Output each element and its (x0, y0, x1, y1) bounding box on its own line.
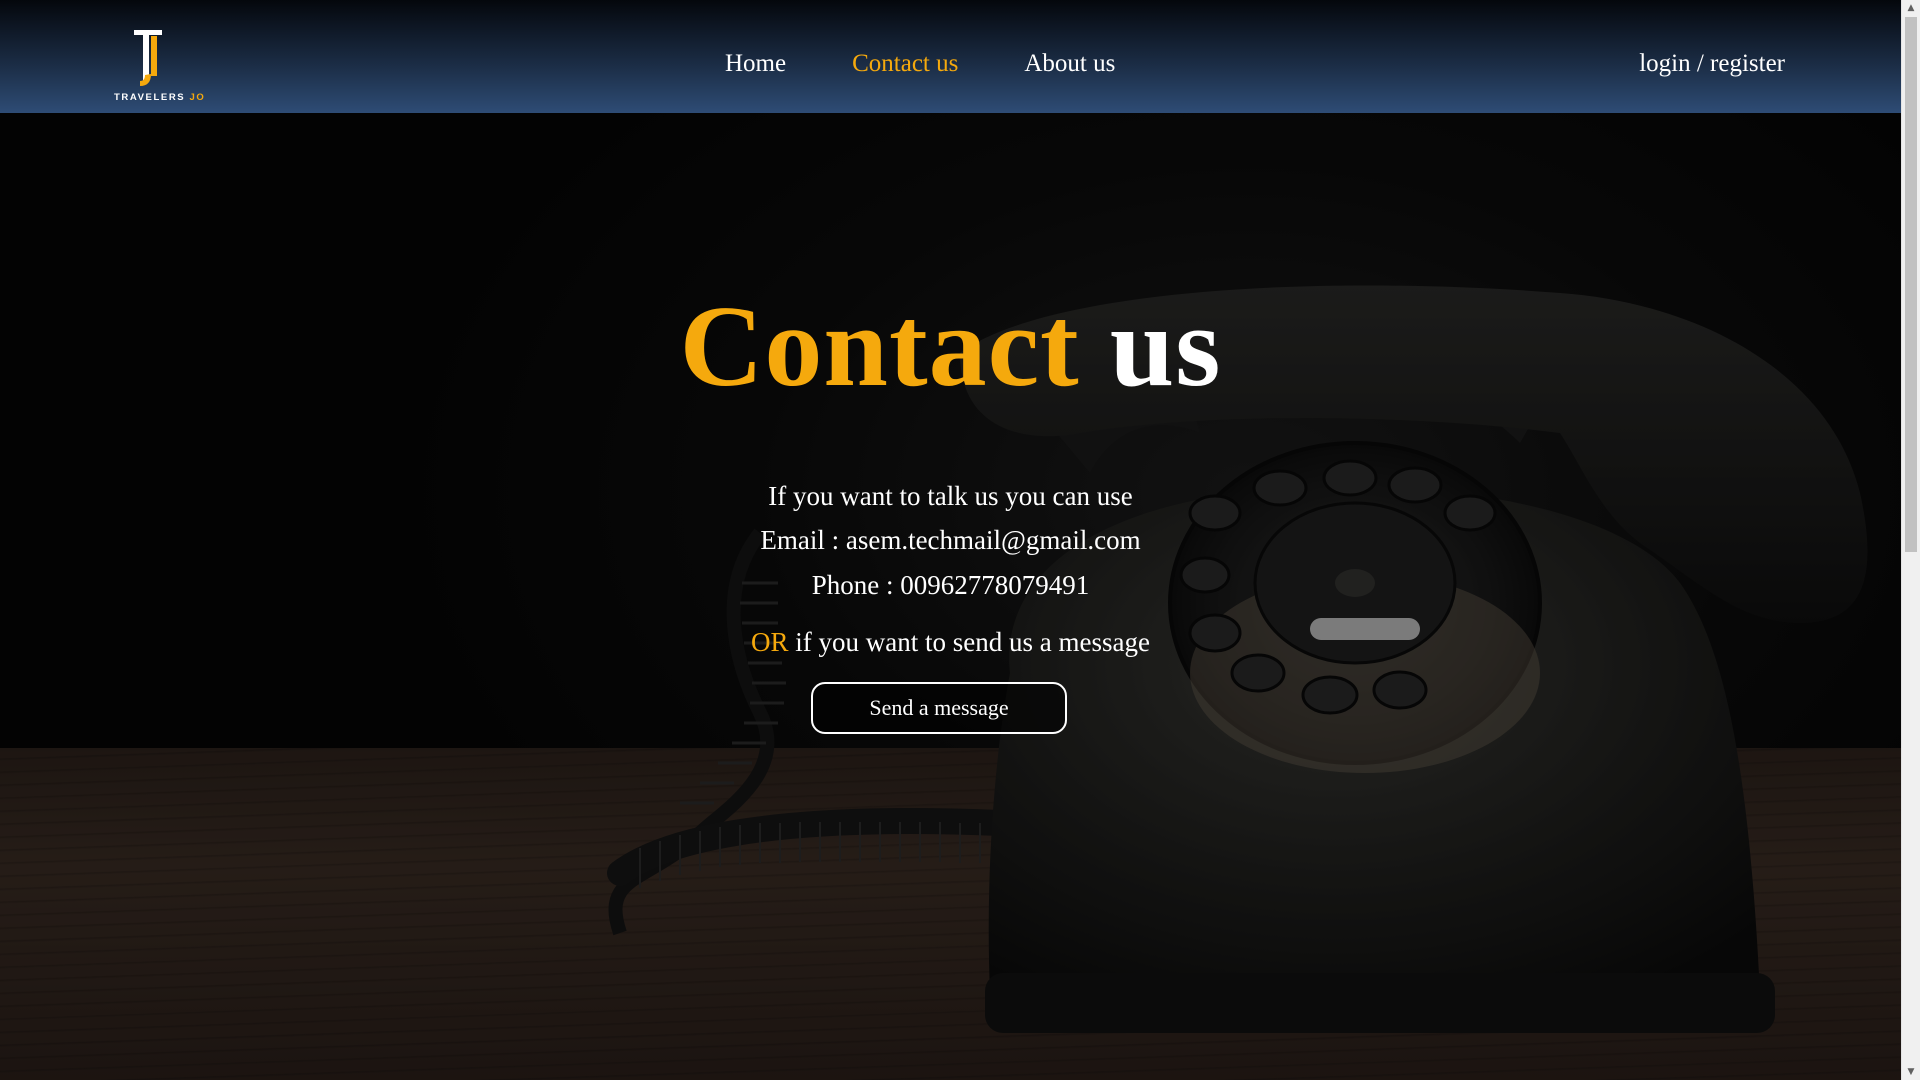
nav-home-link[interactable]: Home (725, 50, 786, 78)
travelers-jo-logo[interactable]: TRAVELERS JO (112, 22, 212, 104)
scroll-thumb[interactable] (1905, 17, 1917, 552)
nav-about-link[interactable]: About us (1024, 50, 1115, 78)
contact-intro-text: If you want to talk us you can use (768, 481, 1133, 511)
page-title: Contact us (679, 283, 1222, 411)
main-nav: Home Contact us About us (725, 50, 1115, 78)
scroll-down-arrow-icon[interactable]: ▼ (1902, 1064, 1920, 1080)
nav-contact-link[interactable]: Contact us (852, 50, 958, 78)
message-prompt-text: OR if you want to send us a message (751, 627, 1150, 657)
contact-email-text: Email : asem.techmail@gmail.com (760, 525, 1141, 555)
page-viewport: TRAVELERS JO Home Contact us About us lo… (0, 0, 1901, 1080)
vertical-scrollbar[interactable]: ▲ ▼ (1901, 0, 1920, 1080)
send-message-button[interactable]: Send a message (811, 682, 1067, 734)
contact-phone-text: Phone : 00962778079491 (811, 570, 1090, 600)
login-register-link[interactable]: login / register (1639, 50, 1785, 78)
scroll-up-arrow-icon[interactable]: ▲ (1902, 0, 1920, 16)
or-word: OR (751, 627, 789, 657)
brand-name: TRAVELERS JO (114, 92, 206, 103)
top-navbar: TRAVELERS JO Home Contact us About us lo… (0, 0, 1901, 113)
tj-monogram-icon (134, 30, 162, 86)
